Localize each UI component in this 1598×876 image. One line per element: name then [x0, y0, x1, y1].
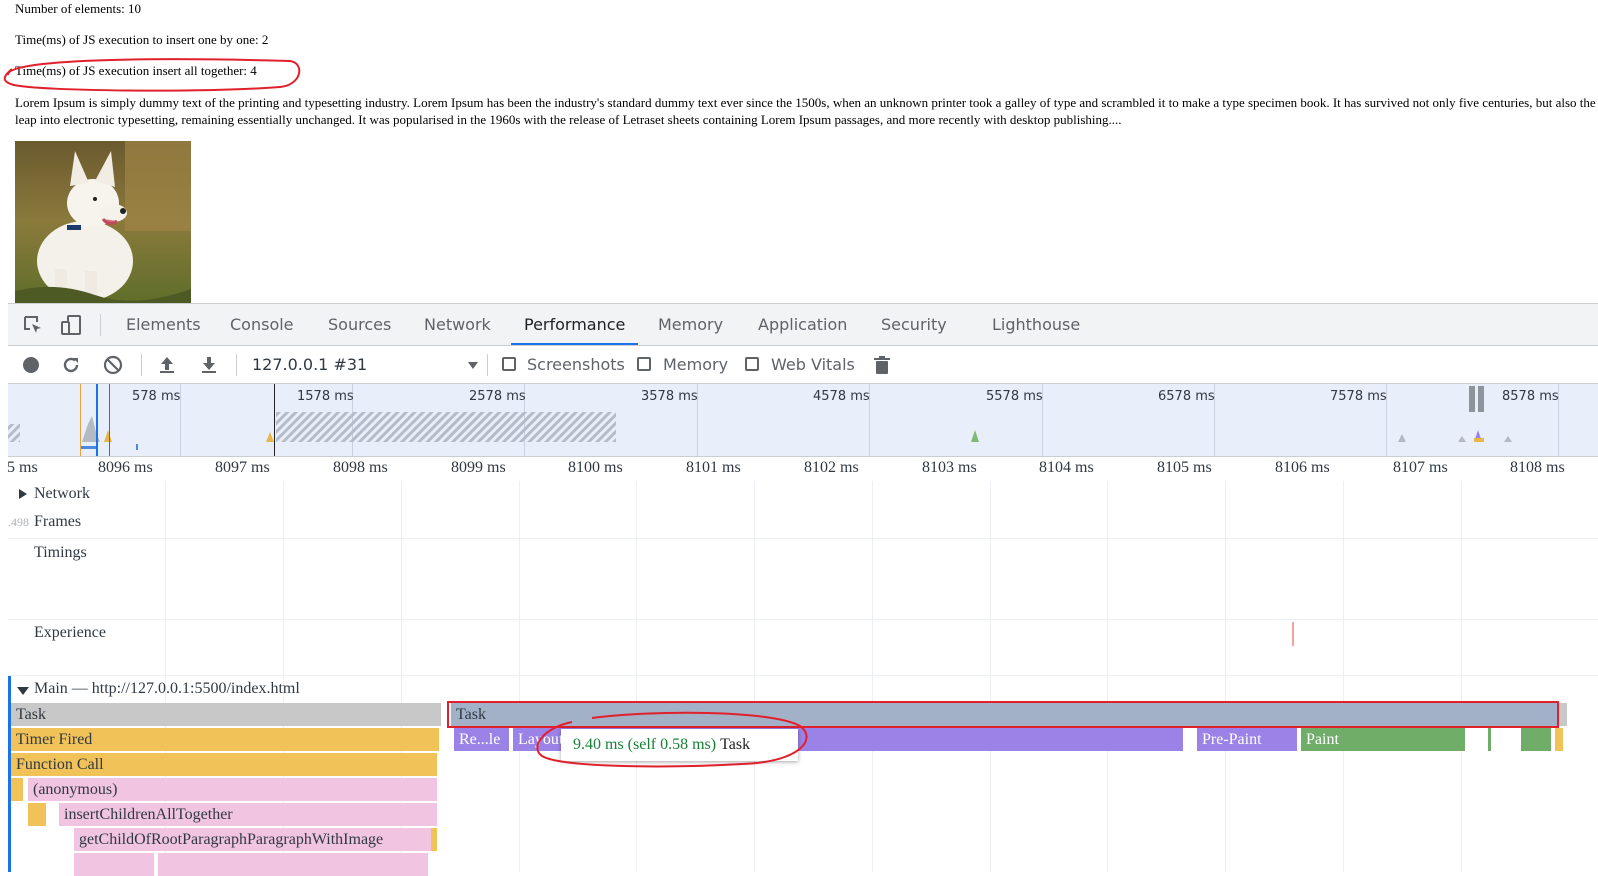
screenshots-checkbox[interactable] [502, 357, 516, 371]
all-together-time-text: Time(ms) of JS execution insert all toge… [15, 63, 257, 78]
chevron-down-icon[interactable] [462, 354, 484, 376]
ruler-tick-label: 8104 ms [1039, 459, 1094, 476]
flame-insert-children-all-together[interactable]: insertChildrenAllTogether [59, 803, 437, 826]
overview-activity-chart [8, 384, 1512, 456]
flame-function-call[interactable]: Function Call [11, 753, 437, 776]
expand-network-icon[interactable] [17, 487, 29, 501]
clear-icon[interactable] [102, 354, 124, 376]
ruler-tick-label: 8098 ms [333, 459, 388, 476]
one-by-one-time-text: Time(ms) of JS execution to insert one b… [15, 32, 269, 47]
upload-icon[interactable] [156, 354, 178, 376]
trash-icon[interactable] [871, 354, 893, 376]
ruler-tick-label: 8105 ms [1157, 459, 1212, 476]
timeline-gridline [1343, 481, 1344, 872]
memory-label: Memory [663, 355, 729, 374]
flame-pre-paint[interactable]: Pre-Paint [1197, 728, 1297, 751]
ruler-tick-label: 8102 ms [804, 459, 859, 476]
dog-image [15, 141, 191, 303]
ruler-tick-label: 8106 ms [1275, 459, 1330, 476]
task-tooltip: 9.40 ms (self 0.58 ms) Task [561, 729, 798, 761]
ruler-tick-label: 8101 ms [686, 459, 741, 476]
flame-small-call[interactable] [431, 828, 437, 851]
tooltip-duration: 9.40 ms (self 0.58 ms) [573, 736, 717, 753]
timeline-gridline [519, 481, 520, 872]
flame-small-call[interactable] [11, 778, 23, 801]
reload-record-icon[interactable] [60, 354, 82, 376]
frames-track-label: Frames [34, 513, 82, 530]
ruler-tick-label: 8103 ms [922, 459, 977, 476]
profile-select[interactable]: 127.0.0.1 #31 [252, 346, 367, 383]
tooltip-event-name: Task [720, 736, 751, 753]
network-track-label[interactable]: Network [34, 485, 90, 503]
flame-task-left[interactable]: Task [11, 703, 441, 726]
element-count-text: Number of elements: 10 [15, 1, 141, 16]
record-icon[interactable] [20, 354, 42, 376]
flame-paint-small[interactable] [1521, 728, 1551, 751]
timeline-gridline [990, 481, 991, 872]
timeline-ruler: 5 ms 8096 ms 8097 ms 8098 ms 8099 ms 810… [7, 456, 1598, 480]
toolbar-separator [236, 354, 237, 376]
download-icon[interactable] [198, 354, 220, 376]
layout-shift-marker[interactable] [1292, 622, 1294, 646]
flame-recalc-style[interactable]: Re...le [454, 728, 509, 751]
tab-separator [100, 314, 101, 336]
toolbar-separator [487, 354, 488, 376]
rendered-page: Number of elements: 10 Time(ms) of JS ex… [0, 0, 1598, 310]
lorem-paragraph: Lorem Ipsum is simply dummy text of the … [15, 95, 1596, 127]
toolbar-separator [141, 354, 142, 376]
collapse-main-icon[interactable] [16, 684, 30, 696]
flame-timer-fired[interactable]: Timer Fired [11, 728, 439, 751]
tab-console[interactable]: Console [230, 304, 294, 345]
flame-small-call[interactable] [28, 803, 46, 826]
inspect-element-icon[interactable] [22, 314, 44, 336]
tab-security[interactable]: Security [881, 304, 947, 345]
flame-get-child-of-root[interactable]: getChildOfRootParagraphParagraphWithImag… [74, 828, 431, 851]
ruler-tick-label: 8099 ms [451, 459, 506, 476]
web-vitals-checkbox[interactable] [745, 357, 759, 371]
ruler-tick-label: 8107 ms [1393, 459, 1448, 476]
tab-application[interactable]: Application [758, 304, 847, 345]
experience-track-label: Experience [34, 624, 106, 641]
track-separator [8, 619, 1598, 620]
flame-task-small[interactable] [1559, 703, 1567, 726]
tab-network[interactable]: Network [424, 304, 491, 345]
ruler-tick-label: 8096 ms [98, 459, 153, 476]
tab-elements[interactable]: Elements [126, 304, 201, 345]
tab-lighthouse[interactable]: Lighthouse [992, 304, 1080, 345]
ruler-tick-label: 8097 ms [215, 459, 270, 476]
timeline-gridline [1461, 481, 1462, 872]
flame-script-small[interactable] [1555, 728, 1563, 751]
ruler-tick-label: 8108 ms [1510, 459, 1565, 476]
timeline-gridline [872, 481, 873, 872]
timeline-overview[interactable]: 578 ms 1578 ms 2578 ms 3578 ms 4578 ms 5… [8, 384, 1598, 457]
annotation-selected-task-box [447, 701, 1559, 728]
main-thread-track-label[interactable]: Main — http://127.0.0.1:5500/index.html [34, 680, 300, 698]
flame-child-call[interactable] [158, 853, 428, 876]
timeline-gridline [754, 481, 755, 872]
timings-track-label: Timings [34, 544, 87, 561]
tab-sources[interactable]: Sources [328, 304, 391, 345]
timeline-gridline [636, 481, 637, 872]
device-toolbar-icon[interactable] [60, 314, 82, 336]
flame-child-call[interactable] [74, 853, 154, 876]
flame-paint-small[interactable] [1488, 728, 1491, 751]
devtools-tab-bar: Elements Console Sources Network Perform… [8, 304, 1598, 346]
tab-memory[interactable]: Memory [658, 304, 723, 345]
memory-checkbox[interactable] [637, 357, 651, 371]
timeline-gridline [1225, 481, 1226, 872]
tab-performance[interactable]: Performance [511, 304, 639, 345]
flame-paint[interactable]: Paint [1301, 728, 1465, 751]
frames-count: .498 [8, 515, 29, 529]
web-vitals-label: Web Vitals [771, 355, 855, 374]
track-separator [8, 675, 1598, 676]
timeline-gridline [1107, 481, 1108, 872]
ruler-tick-label: 5 ms [7, 459, 38, 476]
flame-anonymous[interactable]: (anonymous) [28, 778, 437, 801]
screenshots-label: Screenshots [527, 355, 625, 374]
track-separator [8, 538, 1598, 539]
ruler-tick-label: 8100 ms [568, 459, 623, 476]
performance-toolbar: 127.0.0.1 #31 Screenshots Memory Web Vit… [8, 346, 1598, 384]
